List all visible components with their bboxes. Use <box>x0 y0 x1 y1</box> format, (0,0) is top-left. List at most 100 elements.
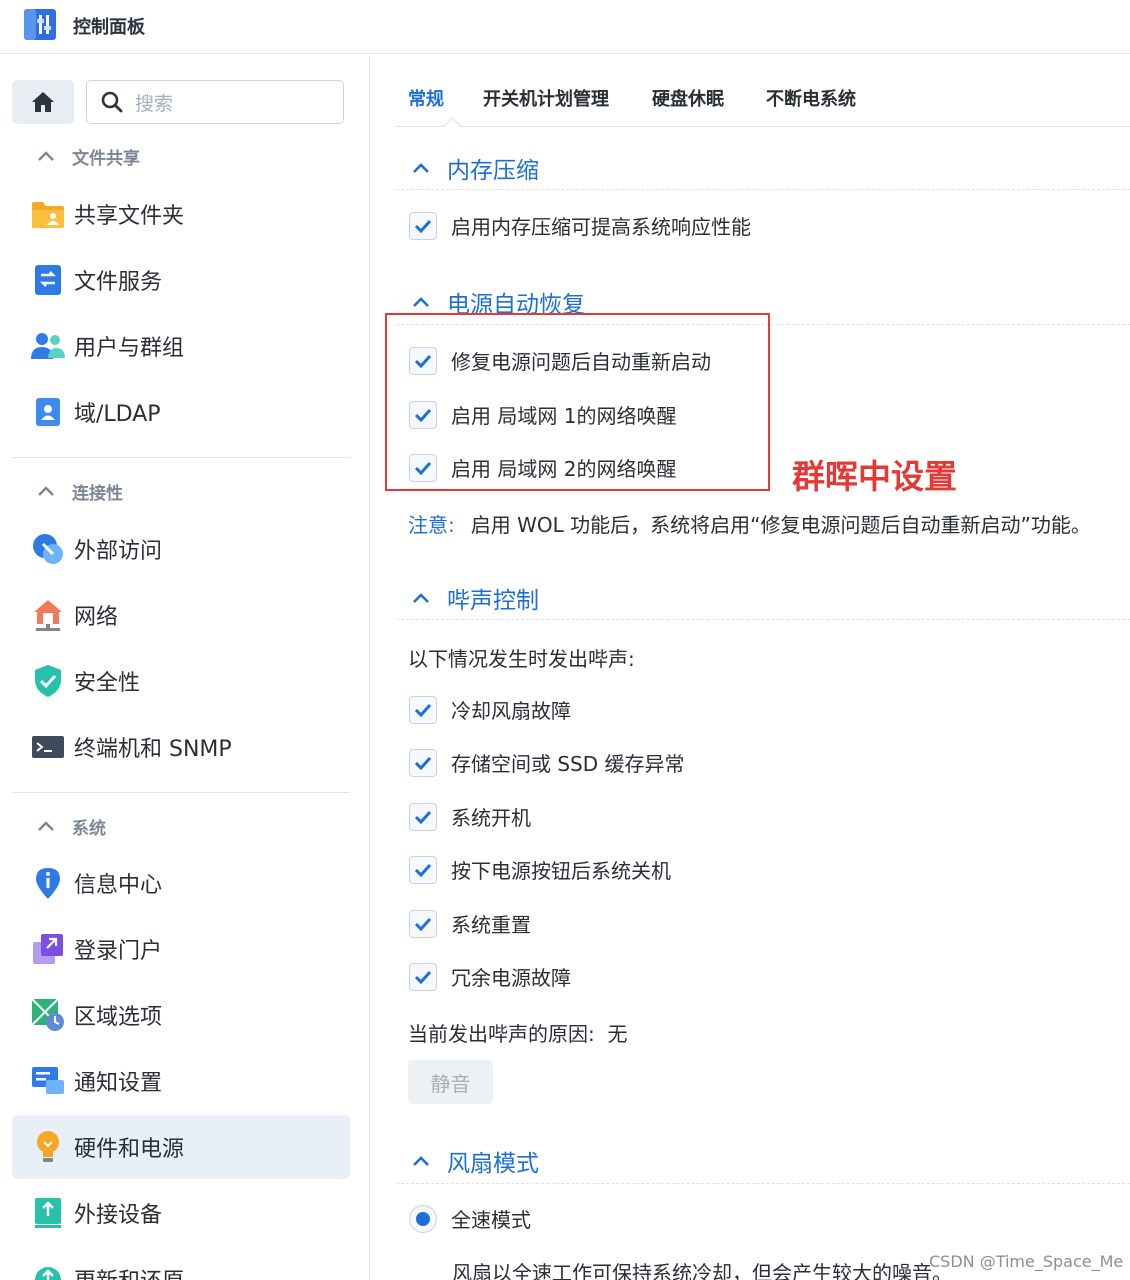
home-icon <box>32 92 54 112</box>
sidebar-item-hardware-power[interactable]: 硬件和电源 <box>12 1115 350 1179</box>
sidebar-item-label: 外接设备 <box>74 1203 163 1228</box>
section-memory-compression[interactable]: 内存压缩 <box>409 151 539 185</box>
sidebar-item-regional-options[interactable]: 区域选项 <box>12 983 350 1047</box>
option-power-button-shutdown[interactable]: 按下电源按钮后系统关机 <box>409 855 671 884</box>
sidebar-item-user-group[interactable]: 用户与群组 <box>12 314 350 378</box>
option-redundant-power-failure[interactable]: 冗余电源故障 <box>409 962 571 991</box>
sidebar-item-external-devices[interactable]: 外接设备 <box>12 1181 350 1245</box>
fan-mode-description: 风扇以全速工作可保持系统冷却，但会产生较大的噪音。 <box>452 1261 952 1280</box>
sidebar-item-info-center[interactable]: 信息中心 <box>12 851 350 915</box>
sidebar-item-network[interactable]: 网络 <box>12 583 350 647</box>
active-tab-pointer <box>443 117 462 136</box>
checkmark-icon <box>414 917 432 931</box>
sidebar-divider <box>12 792 350 793</box>
sidebar-item-label: 更新和还原 <box>74 1263 184 1280</box>
sidebar-item-security[interactable]: 安全性 <box>12 649 350 713</box>
checkbox[interactable] <box>409 962 437 991</box>
sidebar-item-label: 安全性 <box>74 671 141 696</box>
checkbox[interactable] <box>409 909 437 938</box>
sidebar-item-login-portal[interactable]: 登录门户 <box>12 917 350 981</box>
option-fan-failure[interactable]: 冷却风扇故障 <box>409 695 571 724</box>
sidebar-item-file-services[interactable]: 文件服务 <box>12 248 350 312</box>
sidebar-item-label: 登录门户 <box>74 939 163 964</box>
sidebar-item-label: 共享文件夹 <box>74 204 185 229</box>
notification-icon <box>32 1067 64 1094</box>
checkmark-icon <box>414 219 432 233</box>
network-icon <box>34 600 62 631</box>
tab-bar: 常规 开关机计划管理 硬盘休眠 不断电系统 <box>396 55 1130 136</box>
option-system-reset[interactable]: 系统重置 <box>409 909 531 938</box>
shared-folder-icon <box>32 202 64 228</box>
title-bar: 控制面板 <box>0 0 1130 54</box>
option-label: 存储空间或 SSD 缓存异常 <box>451 752 685 776</box>
hardware-power-icon <box>37 1131 59 1162</box>
checkbox[interactable] <box>409 748 437 777</box>
tab-general[interactable]: 常规 <box>408 85 444 111</box>
sidebar-item-shared-folder[interactable]: 共享文件夹 <box>12 182 350 246</box>
checkbox[interactable] <box>409 695 437 724</box>
group-connectivity[interactable]: 连接性 <box>34 476 123 506</box>
option-storage-abnormal[interactable]: 存储空间或 SSD 缓存异常 <box>409 748 685 777</box>
group-label: 文件共享 <box>72 148 140 169</box>
section-title: 风扇模式 <box>447 1151 539 1177</box>
beep-reason: 当前发出哔声的原因: 无 <box>408 1018 627 1047</box>
beep-intro: 以下情况发生时发出哔声: <box>408 647 635 671</box>
sidebar-item-notification[interactable]: 通知设置 <box>12 1049 350 1113</box>
option-label: 系统开机 <box>451 806 531 830</box>
main-content: 常规 开关机计划管理 硬盘休眠 不断电系统 内存压缩 启用内存压缩可提高系统响应… <box>371 55 1130 1280</box>
chevron-up-icon <box>413 1155 429 1166</box>
tab-ups[interactable]: 不断电系统 <box>766 85 856 111</box>
section-divider <box>396 189 1130 190</box>
checkbox[interactable] <box>409 802 437 831</box>
tab-hdd-hibernation[interactable]: 硬盘休眠 <box>652 85 724 111</box>
option-full-speed-mode[interactable]: 全速模式 <box>409 1204 531 1233</box>
info-center-icon <box>36 868 60 899</box>
radio-button[interactable] <box>409 1204 437 1233</box>
security-shield-icon <box>35 665 61 697</box>
mute-button[interactable]: 静音 <box>408 1060 493 1104</box>
search-input[interactable]: 搜索 <box>86 80 344 124</box>
checkmark-icon <box>414 810 432 824</box>
group-file-sharing[interactable]: 文件共享 <box>34 141 140 171</box>
login-portal-icon <box>33 934 63 964</box>
annotation-text: 群晖中设置 <box>792 457 957 496</box>
section-title: 内存压缩 <box>447 158 539 184</box>
checkbox[interactable] <box>409 855 437 884</box>
sidebar-item-update-restore[interactable]: 更新和还原 <box>12 1247 350 1280</box>
sidebar-item-label: 区域选项 <box>74 1005 163 1030</box>
option-memory-compression[interactable]: 启用内存压缩可提高系统响应性能 <box>409 211 751 240</box>
wol-note: 注意: 启用 WOL 功能后，系统将启用“修复电源问题后自动重新启动”功能。 <box>408 509 1091 538</box>
option-label: 冗余电源故障 <box>451 966 571 990</box>
tab-power-schedule[interactable]: 开关机计划管理 <box>483 85 609 111</box>
chevron-up-icon <box>38 485 54 496</box>
option-label: 按下电源按钮后系统关机 <box>451 859 671 883</box>
beep-reason-label: 当前发出哔声的原因: <box>408 1022 595 1046</box>
option-label: 系统重置 <box>451 913 531 937</box>
note-label: 注意: <box>408 513 455 537</box>
terminal-icon <box>32 736 64 758</box>
regional-options-icon <box>31 998 64 1031</box>
sidebar-item-label: 硬件和电源 <box>74 1137 185 1162</box>
section-fan-mode[interactable]: 风扇模式 <box>409 1144 539 1178</box>
group-system[interactable]: 系统 <box>34 811 106 841</box>
window-title: 控制面板 <box>73 17 145 38</box>
group-label: 连接性 <box>72 483 123 504</box>
update-restore-icon <box>35 1267 61 1280</box>
sidebar-item-domain-ldap[interactable]: 域/LDAP <box>12 380 350 444</box>
sidebar-item-terminal-snmp[interactable]: 终端机和 SNMP <box>12 715 350 779</box>
watermark: CSDN @Time_Space_Me <box>929 1252 1124 1271</box>
sidebar-divider <box>12 457 350 458</box>
chevron-up-icon <box>38 820 54 831</box>
sidebar-item-label: 文件服务 <box>74 270 163 295</box>
sidebar: 搜索 文件共享 共享文件夹 文件服务 用户与群组 域/LDAP 连接性 外部访问… <box>0 55 370 1280</box>
option-system-boot[interactable]: 系统开机 <box>409 802 531 831</box>
section-divider <box>396 619 1130 620</box>
control-panel-app-icon <box>24 9 56 40</box>
radio-selected-dot <box>416 1211 430 1226</box>
section-beep-control[interactable]: 哔声控制 <box>409 581 539 615</box>
home-button[interactable] <box>12 80 74 124</box>
sidebar-item-external-access[interactable]: 外部访问 <box>12 517 350 581</box>
checkbox[interactable] <box>409 211 437 240</box>
chevron-up-icon <box>38 150 54 161</box>
external-access-icon <box>33 534 63 564</box>
